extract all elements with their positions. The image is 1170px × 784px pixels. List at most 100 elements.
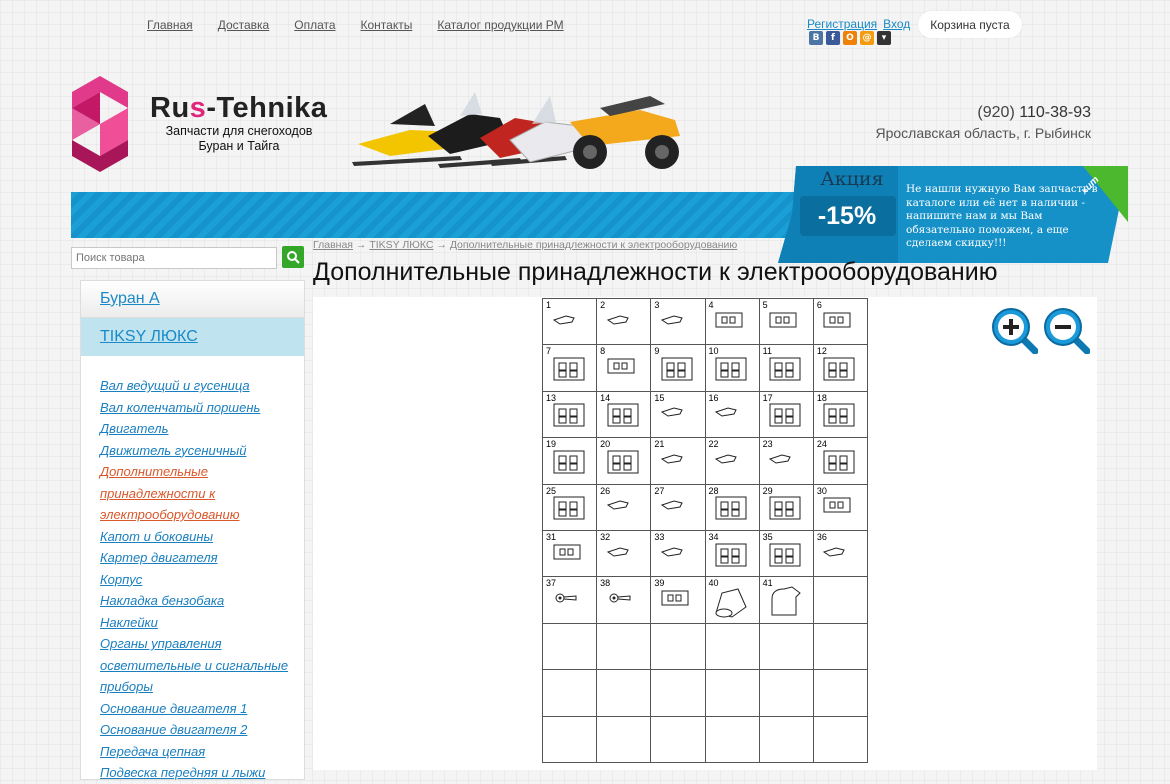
login-link[interactable]: Вход	[883, 17, 910, 31]
parts-cell	[759, 623, 814, 671]
part-icon	[606, 500, 629, 510]
sidebar-item-link[interactable]: Органы управления	[100, 636, 222, 651]
nav-payment-link[interactable]: Оплата	[294, 18, 335, 32]
sidebar-item-link[interactable]: Движитель гусеничный	[100, 443, 246, 458]
sidebar-item-link[interactable]: Корпус	[100, 572, 142, 587]
sidebar-item-link[interactable]: Передача цепная	[100, 744, 205, 759]
parts-cell: 9	[651, 345, 706, 392]
sidebar-item-link[interactable]: Вал ведущий и гусеница	[100, 378, 250, 393]
phone-number[interactable]: (920) 110-38-93	[977, 104, 1091, 122]
promo-title: Акция	[820, 168, 884, 190]
parts-cell	[705, 670, 760, 717]
nav-delivery-link[interactable]: Доставка	[218, 18, 270, 32]
sidebar-category-tiksy[interactable]: TIKSY ЛЮКС	[81, 318, 304, 356]
parts-cell: 13	[543, 391, 598, 439]
brand-name[interactable]: Rus-Tehnika	[150, 92, 327, 125]
page-title: Дополнительные принадлежности к электроо…	[313, 258, 998, 286]
odnoklassniki-icon[interactable]: O	[843, 31, 857, 45]
sidebar-item-link[interactable]: Накладка бензобака	[100, 593, 224, 608]
parts-cell: 6	[813, 299, 868, 346]
blue-banner	[71, 192, 801, 238]
part-number: 28	[708, 485, 719, 496]
part-number: 18	[816, 392, 827, 403]
sidebar-category-buran[interactable]: Буран А	[81, 281, 304, 318]
nav-home-link[interactable]: Главная	[147, 18, 193, 32]
sidebar-item-link[interactable]: Основание двигателя 1	[100, 701, 247, 716]
zoom-in-icon[interactable]	[990, 306, 1038, 354]
zoom-out-icon[interactable]	[1042, 306, 1090, 354]
parts-cell: 7	[543, 345, 598, 392]
sidebar-item-link[interactable]: осветительные и сигнальные приборы	[100, 658, 288, 695]
parts-cell: 28	[705, 484, 760, 531]
parts-cell: 25	[543, 484, 598, 531]
breadcrumb-current[interactable]: Дополнительные принадлежности к электроо…	[450, 239, 737, 251]
sidebar-item: осветительные и сигнальные приборы	[100, 655, 304, 698]
parts-cell	[651, 670, 706, 717]
parts-cell: 21	[651, 438, 706, 485]
sidebar-item-link[interactable]: Вал коленчатый поршень	[100, 400, 260, 415]
part-icon	[660, 546, 683, 557]
part-number: 19	[546, 439, 557, 450]
parts-cell	[705, 716, 760, 763]
part-icon	[606, 546, 629, 557]
sidebar-item-link[interactable]: Капот и боковины	[100, 529, 213, 544]
parts-cell: 12	[813, 345, 868, 392]
sidebar-item-link[interactable]: Подвеска передняя и лыжи	[100, 765, 265, 780]
part-number: 14	[600, 392, 611, 403]
part-icon	[823, 497, 851, 513]
part-number: 4	[708, 300, 714, 310]
part-icon	[660, 454, 683, 464]
parts-cell: 36	[813, 531, 868, 578]
search-input[interactable]	[71, 247, 277, 269]
breadcrumb-section[interactable]: TIKSY ЛЮКС	[369, 239, 433, 251]
sidebar-item-link[interactable]: Основание двигателя 2	[100, 722, 247, 737]
parts-cell: 17	[759, 391, 814, 439]
part-number: 27	[654, 485, 665, 496]
part-icon	[715, 543, 747, 566]
mailru-icon[interactable]: @	[860, 31, 874, 45]
search-button[interactable]	[282, 246, 304, 268]
part-icon	[661, 590, 689, 606]
nav-catalog-link[interactable]: Каталог продукции РМ	[437, 18, 563, 32]
part-icon	[607, 358, 635, 374]
part-number: 36	[816, 532, 827, 542]
facebook-icon[interactable]: f	[826, 31, 840, 45]
rubber-boot-icon	[715, 588, 747, 618]
parts-cell: 35	[759, 531, 814, 578]
more-icon[interactable]: ▾	[877, 31, 891, 45]
vk-icon[interactable]: В	[809, 31, 823, 45]
part-icon	[714, 454, 737, 464]
part-icon	[823, 450, 855, 474]
parts-cell: 3	[651, 299, 706, 346]
sidebar-item: Картер двигателя	[100, 547, 304, 569]
parts-cell	[543, 716, 598, 763]
part-icon	[661, 357, 693, 381]
sidebar-item-link[interactable]: Картер двигателя	[100, 550, 218, 565]
parts-cell	[597, 716, 652, 763]
cart-status[interactable]: Корзина пуста	[918, 11, 1022, 38]
sidebar-item-link[interactable]: Двигатель	[100, 421, 168, 436]
sidebar-item: Основание двигателя 2	[100, 719, 304, 741]
part-icon	[552, 314, 575, 325]
sidebar-item: Органы управления	[100, 633, 304, 655]
logo-icon[interactable]	[70, 74, 130, 174]
sidebar-item-link[interactable]: Дополнительные принадлежности к электроо…	[100, 464, 239, 522]
part-icon	[769, 454, 791, 464]
sidebar-item-link[interactable]: Наклейки	[100, 615, 158, 630]
part-icon	[769, 543, 801, 566]
parts-cell: 11	[759, 345, 814, 392]
register-link[interactable]: Регистрация	[807, 17, 877, 31]
parts-cell: 40	[705, 577, 760, 624]
parts-cell: 5	[759, 299, 814, 346]
top-nav: Главная Доставка Оплата Контакты Каталог…	[147, 18, 564, 32]
parts-cell: 16	[705, 391, 760, 439]
part-icon	[715, 357, 747, 381]
nav-contacts-link[interactable]: Контакты	[361, 18, 413, 32]
sidebar-list: Вал ведущий и гусеница Вал коленчатый пор…	[81, 356, 304, 784]
parts-cell	[651, 716, 706, 763]
part-number: 10	[708, 346, 719, 357]
sidebar-item: Двигатель	[100, 418, 304, 440]
breadcrumb-home[interactable]: Главная	[313, 239, 353, 251]
part-icon	[823, 403, 855, 427]
social-icons: Вf O @ ▾	[809, 31, 891, 45]
